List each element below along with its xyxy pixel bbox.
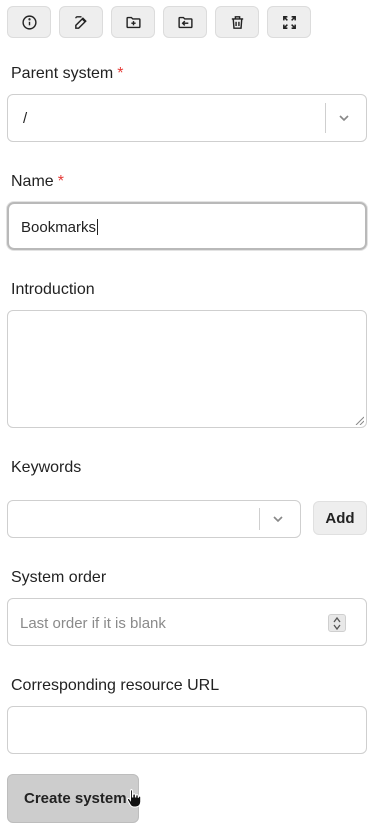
stepper-up-icon[interactable]	[332, 616, 342, 623]
system-order-input[interactable]: Last order if it is blank	[7, 598, 367, 646]
info-button[interactable]	[7, 6, 51, 38]
folder-move-icon	[177, 16, 193, 28]
system-order-placeholder: Last order if it is blank	[20, 615, 166, 632]
add-keyword-button[interactable]: Add	[313, 501, 367, 535]
expand-icon	[282, 15, 296, 29]
name-label-text: Name	[11, 173, 54, 190]
resize-grip-icon[interactable]	[354, 415, 364, 425]
number-stepper[interactable]	[328, 614, 346, 632]
name-input-value: Bookmarks	[21, 219, 99, 236]
required-mark: *	[117, 65, 124, 82]
required-mark: *	[57, 173, 64, 190]
keywords-label: Keywords	[11, 459, 82, 476]
resource-url-label: Corresponding resource URL	[11, 677, 220, 694]
toolbar	[7, 6, 311, 38]
edit-button[interactable]	[59, 6, 103, 38]
chevron-down-icon[interactable]	[336, 110, 352, 126]
name-input[interactable]: Bookmarks	[7, 202, 367, 250]
parent-system-select[interactable]: /	[7, 94, 367, 142]
info-icon	[21, 14, 37, 30]
resource-url-input[interactable]	[7, 706, 367, 754]
introduction-label: Introduction	[11, 281, 95, 298]
edit-icon	[74, 15, 87, 29]
new-folder-button[interactable]	[111, 6, 155, 38]
expand-button[interactable]	[267, 6, 311, 38]
move-folder-button[interactable]	[163, 6, 207, 38]
hand-cursor-icon	[126, 789, 142, 808]
parent-system-value: /	[23, 110, 28, 127]
create-system-label: Create system	[24, 790, 127, 807]
name-label: Name *	[11, 173, 64, 191]
delete-button[interactable]	[215, 6, 259, 38]
trash-icon	[231, 15, 243, 29]
parent-system-label: Parent system *	[11, 65, 124, 83]
stepper-down-icon[interactable]	[332, 624, 342, 631]
select-separator	[259, 508, 260, 530]
text-caret	[97, 219, 99, 235]
parent-system-label-text: Parent system	[11, 65, 114, 82]
folder-add-icon	[125, 16, 141, 28]
keywords-select[interactable]	[7, 500, 301, 538]
select-separator	[325, 103, 326, 133]
introduction-textarea[interactable]	[7, 310, 367, 428]
create-system-button[interactable]: Create system	[7, 774, 139, 823]
chevron-down-icon[interactable]	[270, 511, 286, 527]
system-order-label: System order	[11, 569, 107, 586]
